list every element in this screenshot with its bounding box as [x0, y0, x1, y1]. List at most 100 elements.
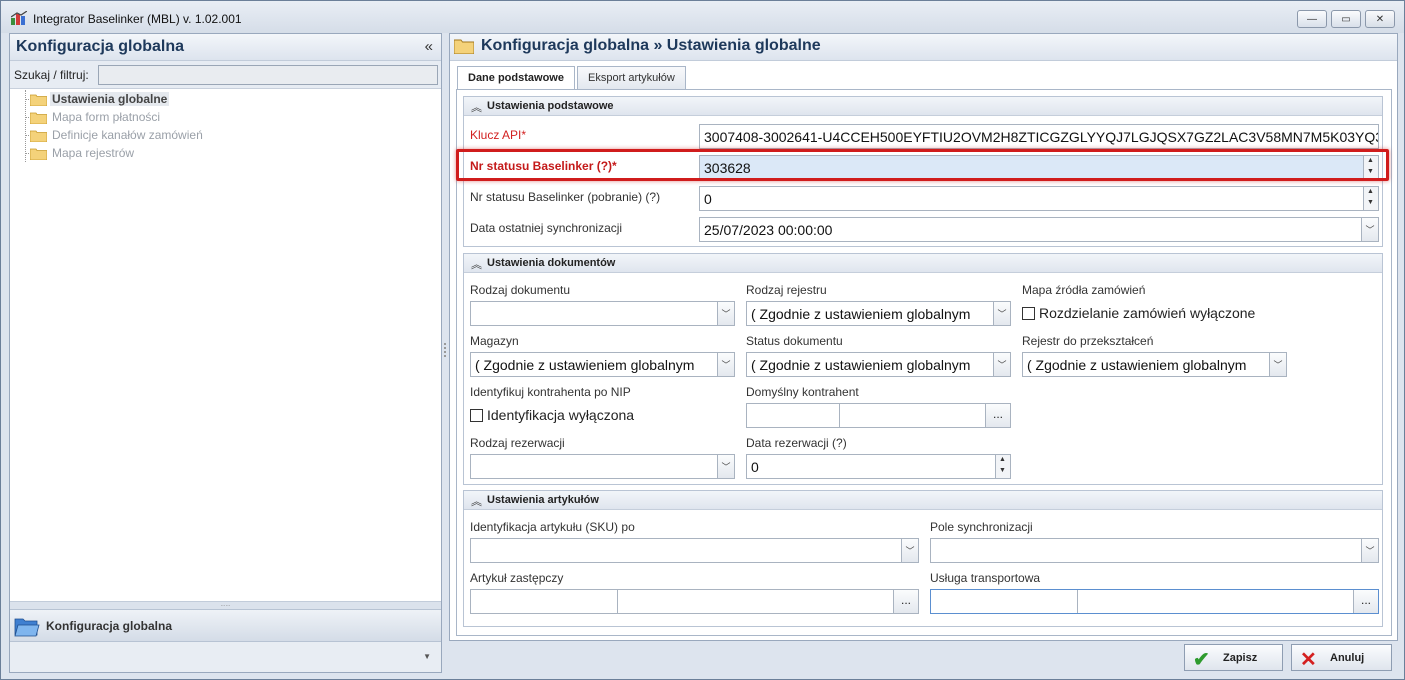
register-type-label: Rodzaj rejestru: [746, 283, 827, 297]
group-title: Ustawienia podstawowe: [487, 100, 614, 112]
substitute-label: Artykuł zastępczy: [470, 571, 564, 585]
x-icon: ✕: [1300, 649, 1317, 671]
app-logo-icon: [11, 11, 27, 25]
transport-browse-button[interactable]: ...: [1353, 590, 1378, 613]
nav-item-konfiguracja-globalna[interactable]: Konfiguracja globalna: [10, 609, 441, 642]
close-icon: ✕: [1375, 13, 1385, 25]
horizontal-splitter[interactable]: ......: [10, 601, 441, 609]
chevron-down-icon[interactable]: ﹀: [901, 539, 918, 562]
transform-register-value: ( Zgodnie z ustawieniem globalnym: [1027, 357, 1247, 373]
window-title: Integrator Baselinker (MBL) v. 1.02.001: [33, 12, 242, 26]
left-panel-title: Konfiguracja globalna: [16, 38, 185, 55]
reservation-type-select[interactable]: ﹀: [470, 454, 735, 479]
doc-status-label: Status dokumentu: [746, 334, 843, 348]
button-bar: ✔ Zapisz ✕ Anuluj: [449, 641, 1398, 674]
chevron-down-icon[interactable]: ﹀: [993, 302, 1010, 325]
contractor-browse-button[interactable]: ...: [985, 404, 1010, 427]
nav-item-label: Konfiguracja globalna: [46, 619, 173, 633]
default-contractor-field[interactable]: ...: [746, 403, 1011, 428]
filter-row: Szukaj / filtruj:: [10, 61, 441, 89]
group-header[interactable]: ︽ Ustawienia podstawowe: [464, 97, 1382, 116]
filter-input[interactable]: [98, 65, 438, 85]
substitute-field[interactable]: ...: [470, 589, 919, 614]
chevron-down-icon[interactable]: ﹀: [1361, 218, 1378, 241]
folder-icon: [30, 94, 47, 106]
filter-label: Szukaj / filtruj:: [14, 68, 89, 82]
tree-item-ustawienia-globalne[interactable]: Ustawienia globalne: [10, 90, 441, 108]
page-title: Konfiguracja globalna » Ustawienia globa…: [481, 37, 821, 54]
substitute-code-field[interactable]: [471, 590, 618, 613]
nip-label: Identyfikuj kontrahenta po NIP: [470, 385, 631, 399]
collapse-chevron-icon: ︽: [471, 496, 482, 508]
reservation-date-spinner[interactable]: ▲ ▼: [995, 455, 1010, 478]
title-bar: Integrator Baselinker (MBL) v. 1.02.001 …: [1, 1, 1404, 33]
save-button[interactable]: ✔ Zapisz: [1184, 644, 1283, 671]
warehouse-value: ( Zgodnie z ustawieniem globalnym: [475, 357, 695, 373]
checkmark-icon: ✔: [1193, 649, 1210, 671]
api-key-label: Klucz API*: [470, 128, 527, 142]
folder-icon: [454, 39, 474, 54]
right-content-panel: Konfiguracja globalna » Ustawienia globa…: [449, 33, 1398, 641]
group-title: Ustawienia dokumentów: [487, 257, 616, 269]
collapse-panel-icon[interactable]: «: [425, 38, 433, 55]
right-panel-header: Konfiguracja globalna » Ustawienia globa…: [450, 34, 1397, 61]
doc-status-select[interactable]: ( Zgodnie z ustawieniem globalnym ﹀: [746, 352, 1011, 377]
group-header[interactable]: ︽ Ustawienia dokumentów: [464, 254, 1382, 273]
reservation-type-label: Rodzaj rezerwacji: [470, 436, 565, 450]
sku-label: Identyfikacja artykułu (SKU) po: [470, 520, 635, 534]
close-button[interactable]: ✕: [1365, 10, 1395, 28]
group-title: Ustawienia artykułów: [487, 494, 599, 506]
nav-footer: ▼: [10, 642, 441, 672]
reservation-date-value: 0: [751, 459, 759, 475]
folder-icon: [30, 112, 47, 124]
transport-field[interactable]: ...: [930, 589, 1379, 614]
transform-register-select[interactable]: ( Zgodnie z ustawieniem globalnym ﹀: [1022, 352, 1287, 377]
doc-type-select[interactable]: ﹀: [470, 301, 735, 326]
chevron-down-icon[interactable]: ﹀: [1269, 353, 1286, 376]
vertical-splitter[interactable]: [442, 33, 449, 673]
last-sync-field[interactable]: 25/07/2023 00:00:00 ﹀: [699, 217, 1379, 242]
tab-strip: Dane podstawowe Eksport artykułów: [450, 61, 1397, 90]
chevron-down-icon[interactable]: ﹀: [717, 302, 734, 325]
maximize-button[interactable]: ▭: [1331, 10, 1361, 28]
register-type-select[interactable]: ( Zgodnie z ustawieniem globalnym ﹀: [746, 301, 1011, 326]
order-split-checkbox[interactable]: [1022, 307, 1035, 320]
api-key-field[interactable]: 3007408-3002641-U4CCEH500EYFTIU2OVM2H8ZT…: [699, 124, 1379, 149]
cancel-button[interactable]: ✕ Anuluj: [1291, 644, 1392, 671]
group-ustawienia-artykulow: ︽ Ustawienia artykułów Identyfikacja art…: [463, 490, 1383, 627]
register-type-value: ( Zgodnie z ustawieniem globalnym: [751, 306, 971, 322]
chevron-down-icon[interactable]: ﹀: [1361, 539, 1378, 562]
tree-item-mapa-form-platnosci[interactable]: Mapa form płatności: [10, 108, 441, 126]
sync-field-label: Pole synchronizacji: [930, 520, 1033, 534]
open-folder-icon: [14, 618, 40, 637]
transport-label: Usługa transportowa: [930, 571, 1041, 585]
default-contractor-label: Domyślny kontrahent: [746, 385, 859, 399]
warehouse-select[interactable]: ( Zgodnie z ustawieniem globalnym ﹀: [470, 352, 735, 377]
reservation-date-label: Data rezerwacji (?): [746, 436, 847, 450]
highlight-frame: [456, 149, 1389, 181]
doc-type-label: Rodzaj dokumentu: [470, 283, 571, 297]
sync-field-select[interactable]: ﹀: [930, 538, 1379, 563]
status-fetch-spinner[interactable]: ▲ ▼: [1363, 187, 1378, 210]
chevron-down-icon[interactable]: ﹀: [993, 353, 1010, 376]
maximize-icon: ▭: [1341, 13, 1351, 25]
tree-item-mapa-rejestrow[interactable]: Mapa rejestrów: [10, 144, 441, 162]
minimize-button[interactable]: —: [1297, 10, 1327, 28]
tab-dane-podstawowe[interactable]: Dane podstawowe: [457, 66, 575, 90]
transport-code-field[interactable]: [931, 590, 1078, 613]
transform-register-label: Rejestr do przekształceń: [1022, 334, 1154, 348]
chevron-down-icon[interactable]: ﹀: [717, 455, 734, 478]
tab-eksport-artykulow[interactable]: Eksport artykułów: [577, 66, 686, 89]
substitute-browse-button[interactable]: ...: [893, 590, 918, 613]
contractor-code-field[interactable]: [747, 404, 840, 427]
nip-checkbox[interactable]: [470, 409, 483, 422]
sku-select[interactable]: ﹀: [470, 538, 919, 563]
group-header[interactable]: ︽ Ustawienia artykułów: [464, 491, 1382, 510]
doc-status-value: ( Zgodnie z ustawieniem globalnym: [751, 357, 971, 373]
chevron-down-icon[interactable]: ﹀: [717, 353, 734, 376]
tree-item-definicje-kanalow[interactable]: Definicje kanałów zamówień: [10, 126, 441, 144]
reservation-date-field[interactable]: 0 ▲ ▼: [746, 454, 1011, 479]
collapse-chevron-icon: ︽: [471, 102, 482, 114]
chevron-down-icon[interactable]: ▼: [423, 652, 431, 661]
status-fetch-field[interactable]: 0 ▲ ▼: [699, 186, 1379, 211]
